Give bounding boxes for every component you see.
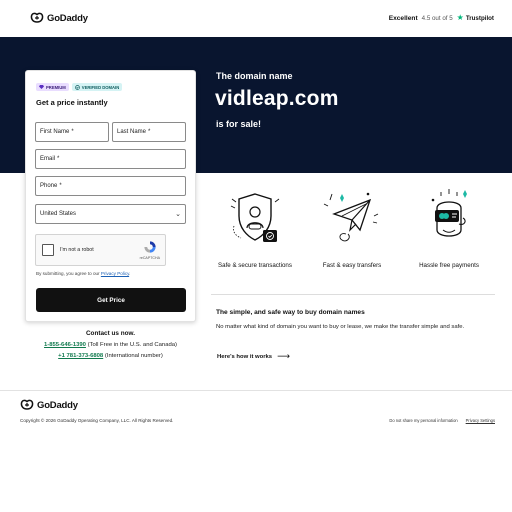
for-sale-text: is for sale! [216,119,262,129]
trustpilot-brand: ★ Trustpilot [457,14,494,22]
feature-payments: Hassle free payments [399,186,499,269]
domain-badges: PREMIUM VERIFIED DOMAIN [36,83,123,91]
feature-transfers-label: Fast & easy transfers [322,262,382,269]
terms-text: By submitting, you agree to our Privacy … [36,271,130,276]
phone-row-1: 1-855-646-1390 (Toll Free in the U.S. an… [25,340,196,352]
shield-icon [230,193,280,242]
required-mark: * [71,129,74,135]
trustpilot-label: Trustpilot [465,14,494,22]
godaddy-logo[interactable]: GoDaddy [30,12,88,24]
phone-field[interactable]: Phone * [35,176,186,196]
captcha-label: I'm not a robot [60,247,94,253]
feature-payments-label: Hassle free payments [419,262,479,269]
footer-brand-name: GoDaddy [37,399,78,411]
country-value: United States [40,211,77,217]
paper-plane-icon [323,192,379,242]
footer-godaddy-logo[interactable]: GoDaddy [20,399,78,411]
chevron-down-icon: ⌄ [175,211,181,218]
trustpilot-widget[interactable]: Excellent 4.5 out of 5 ★ Trustpilot [389,14,494,22]
verified-badge: VERIFIED DOMAIN [71,83,123,91]
feature-secure: Safe & secure transactions [205,186,305,269]
footer-divider [0,390,512,391]
godaddy-logo-icon [30,12,44,23]
required-mark: * [148,129,151,135]
recaptcha-widget: I'm not a robot reCAPTCHA [35,234,166,266]
recaptcha-icon [144,241,156,253]
toll-free-phone-link[interactable]: 1-855-646-1390 [44,342,86,348]
last-name-placeholder: Last Name [117,129,147,135]
privacy-settings-link[interactable]: Privacy Settings [466,418,495,423]
email-field[interactable]: Email * [35,149,186,169]
premium-badge: PREMIUM [36,83,69,91]
trust-score: 4.5 out of 5 [421,14,453,22]
trustpilot-star-icon: ★ [456,13,464,22]
toll-free-note: (Toll Free in the U.S. and Canada) [87,341,177,348]
top-header: GoDaddy Excellent 4.5 out of 5 ★ Trustpi… [0,0,512,37]
check-circle-icon [74,84,80,90]
contact-section: Contact us now. 1-855-646-1390 (Toll Fre… [25,328,196,363]
arrow-right-icon: ⟶ [277,351,290,361]
brand-name: GoDaddy [47,12,88,24]
required-mark: * [57,156,60,162]
captcha-checkbox[interactable] [42,244,54,256]
info-body: No matter what kind of domain you want t… [216,324,465,330]
footer-links: Do not share my personal information Pri… [389,418,495,423]
phone-placeholder: Phone [40,183,58,189]
feature-secure-label: Safe & secure transactions [218,262,292,269]
feature-transfers: Fast & easy transfers [302,186,402,269]
captcha-brand: reCAPTCHA [139,256,160,260]
domain-name: vidleap.com [215,87,339,110]
trust-rating-word: Excellent [388,14,418,22]
how-it-works-label: Here's how it works [217,353,273,360]
get-price-button[interactable]: Get Price [36,288,186,312]
verified-badge-label: VERIFIED DOMAIN [81,84,120,90]
how-it-works-link[interactable]: Here's how it works ⟶ [217,352,290,361]
section-divider [211,294,495,295]
country-select[interactable]: United States ⌄ [35,204,186,224]
privacy-policy-link[interactable]: Privacy Policy [101,271,129,276]
required-mark: * [59,183,62,189]
terms-prefix: By submitting, you agree to our [36,271,100,276]
info-heading: The simple, and safe way to buy domain n… [216,309,365,316]
price-form-card: PREMIUM VERIFIED DOMAIN Get a price inst… [25,70,196,322]
piggy-bank-icon [431,189,467,237]
diamond-icon [39,85,44,89]
premium-badge-label: PREMIUM [46,84,66,90]
email-placeholder: Email [40,156,56,162]
first-name-placeholder: First Name [40,129,70,135]
first-name-field[interactable]: First Name * [35,122,109,142]
terms-suffix: . [129,271,131,276]
last-name-field[interactable]: Last Name * [112,122,186,142]
do-not-share-link[interactable]: Do not share my personal information [389,418,457,423]
international-phone-link[interactable]: +1 781-373-6808 [58,353,103,359]
form-title: Get a price instantly [36,98,108,107]
contact-heading: Contact us now. [85,330,136,337]
godaddy-logo-icon [20,399,34,410]
copyright-text: Copyright © 2026 GoDaddy Operating Compa… [20,418,174,423]
phone-row-2: +1 781-373-6808 (International number) [25,351,196,363]
hero-kicker: The domain name [216,71,293,81]
international-note: (International number) [104,353,163,359]
